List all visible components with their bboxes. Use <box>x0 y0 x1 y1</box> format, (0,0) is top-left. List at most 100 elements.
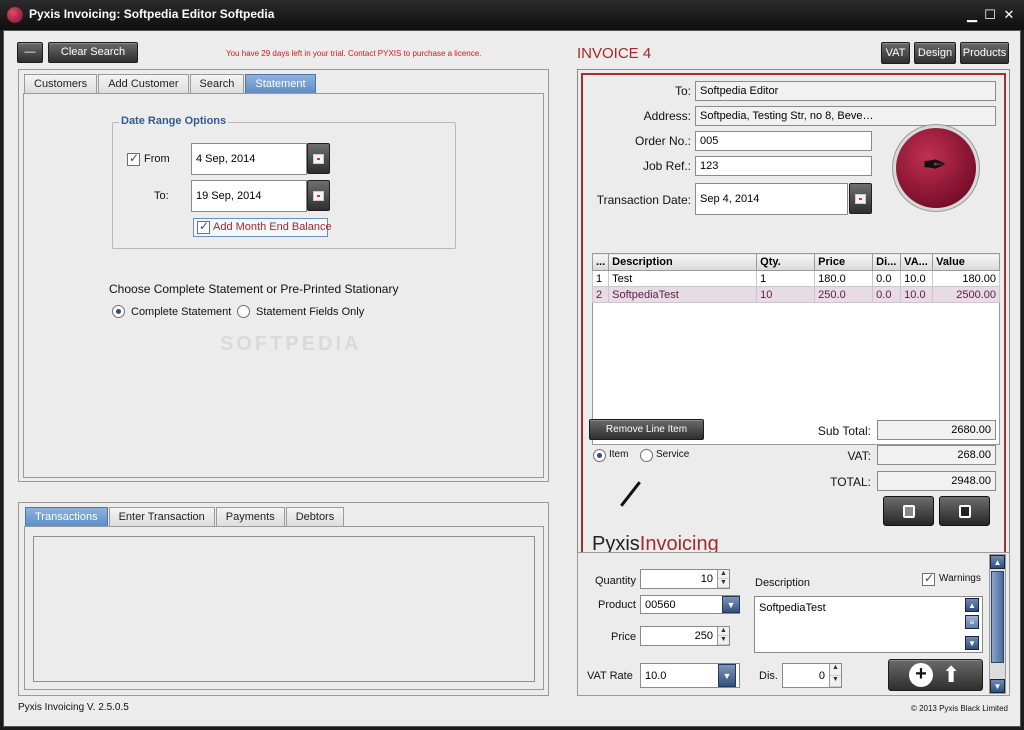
row-index: 1 <box>591 270 610 287</box>
design-button[interactable]: Design <box>914 42 956 64</box>
document-icon <box>959 505 971 518</box>
col-qty-header[interactable]: Qty. <box>756 253 816 271</box>
radio-selected-dot <box>597 453 602 458</box>
tab-search[interactable]: Search <box>189 74 245 94</box>
down-icon[interactable]: ▼ <box>830 676 841 687</box>
invoice-title: INVOICE 4 <box>577 45 652 62</box>
to-date-input[interactable]: 19 Sep, 2014 <box>191 180 307 212</box>
scroll-thumb[interactable] <box>991 571 1004 663</box>
row-qty: 1 <box>756 270 816 287</box>
item-radio[interactable] <box>593 449 606 462</box>
order-number-label: Order No.: <box>634 134 691 148</box>
address-label: Address: <box>643 109 691 123</box>
scroll-up-icon[interactable]: ▲ <box>965 598 979 612</box>
transaction-date-calendar-button[interactable] <box>849 183 872 214</box>
col-value-header[interactable]: Value <box>932 253 1000 271</box>
warnings-checkbox[interactable]: ✓ <box>922 571 935 586</box>
calendar-icon <box>313 154 324 164</box>
row-index: 2 <box>591 286 610 303</box>
vat-label: VAT: <box>847 449 871 463</box>
down-icon[interactable]: ▼ <box>718 636 729 645</box>
calendar-icon <box>313 191 324 201</box>
save-invoice-button[interactable] <box>939 496 990 526</box>
row-qty: 10 <box>756 286 816 303</box>
job-ref-field[interactable]: 123 <box>695 156 872 176</box>
watermark: SOFTPEDIA <box>220 333 362 355</box>
month-end-balance-option[interactable]: ✓ Add Month End Balance <box>193 218 332 237</box>
month-end-label: Add Month End Balance <box>213 221 332 233</box>
col-vat-header[interactable]: VA... <box>900 253 934 271</box>
chevron-down-icon[interactable]: ▼ <box>718 664 736 687</box>
service-radio[interactable] <box>640 449 653 462</box>
clear-search-button[interactable]: Clear Search <box>48 42 138 63</box>
scroll-thumb[interactable]: ≡ <box>965 615 979 629</box>
up-icon[interactable]: ▲ <box>830 664 841 676</box>
row-price: 250.0 <box>814 286 874 303</box>
maximize-button[interactable]: ☐ <box>982 7 998 23</box>
tab-enter-transaction[interactable]: Enter Transaction <box>108 507 215 527</box>
add-line-item-button[interactable]: + ⬆ <box>888 659 983 691</box>
collapse-button[interactable]: — <box>17 42 43 63</box>
complete-statement-radio[interactable] <box>112 305 125 318</box>
customer-tabs: Customers Add Customer Search Statement <box>24 74 317 94</box>
row-description: SoftpediaTest <box>608 286 758 303</box>
address-field[interactable]: Softpedia, Testing Str, no 8, Beve… <box>695 106 996 126</box>
price-stepper[interactable]: ▲ ▼ <box>717 627 729 645</box>
to-field[interactable]: Softpedia Editor <box>695 81 996 101</box>
table-row[interactable]: 1 Test 1 180.0 0.0 10.0 180.00 <box>591 270 1000 287</box>
upload-arrow-icon: ⬆ <box>942 662 961 687</box>
col-index-header[interactable]: ... <box>591 253 610 271</box>
from-checkbox[interactable]: ✓ <box>127 151 140 166</box>
entry-panel-scrollbar[interactable]: ▲ ▼ <box>989 554 1006 694</box>
transactions-list[interactable] <box>33 536 535 682</box>
minimize-button[interactable]: ▁ <box>964 7 980 23</box>
quantity-stepper[interactable]: ▲ ▼ <box>717 570 729 588</box>
transactions-tab-body <box>24 526 544 690</box>
col-description-header[interactable]: Description <box>608 253 758 271</box>
vat-rate-label: VAT Rate <box>587 670 633 682</box>
tab-add-customer[interactable]: Add Customer <box>98 74 189 94</box>
close-button[interactable]: ✕ <box>1001 7 1017 23</box>
col-price-header[interactable]: Price <box>814 253 874 271</box>
down-icon[interactable]: ▼ <box>718 579 729 588</box>
scroll-up-icon[interactable]: ▲ <box>990 555 1005 569</box>
trial-notice: You have 29 days left in your trial. Con… <box>226 49 482 58</box>
products-button[interactable]: Products <box>960 42 1009 64</box>
from-label: From <box>144 153 170 165</box>
subtotal-label: Sub Total: <box>817 424 871 438</box>
from-calendar-button[interactable] <box>307 143 330 174</box>
job-ref-label: Job Ref.: <box>642 159 691 173</box>
description-textarea[interactable]: SoftpediaTest <box>754 596 983 653</box>
up-icon[interactable]: ▲ <box>718 627 729 636</box>
description-label: Description <box>755 577 811 589</box>
check-icon: ✓ <box>129 151 140 165</box>
tab-debtors[interactable]: Debtors <box>285 507 345 527</box>
transaction-date-field[interactable]: Sep 4, 2014 <box>695 183 848 215</box>
tab-transactions[interactable]: Transactions <box>25 507 108 527</box>
chevron-down-icon[interactable]: ▼ <box>722 596 740 613</box>
month-end-checkbox[interactable]: ✓ <box>197 219 210 234</box>
tab-customers[interactable]: Customers <box>24 74 98 94</box>
row-value: 180.00 <box>932 270 1000 287</box>
check-icon: ✓ <box>199 219 210 233</box>
scroll-down-icon[interactable]: ▼ <box>990 679 1005 693</box>
order-number-field[interactable]: 005 <box>695 131 872 151</box>
tab-statement[interactable]: Statement <box>245 74 316 94</box>
line-items-table[interactable]: ... Description Qty. Price Di... VA... V… <box>591 253 1000 303</box>
to-label: To: <box>154 190 169 202</box>
fields-only-radio[interactable] <box>237 305 250 318</box>
table-row[interactable]: 2 SoftpediaTest 10 250.0 0.0 10.0 2500.0… <box>591 286 1000 303</box>
to-label-invoice: To: <box>674 84 691 98</box>
discount-stepper[interactable]: ▲ ▼ <box>829 664 841 687</box>
col-discount-header[interactable]: Di... <box>872 253 902 271</box>
row-vat: 10.0 <box>900 270 934 287</box>
remove-line-item-button[interactable]: Remove Line Item <box>589 419 704 440</box>
from-date-input[interactable]: 4 Sep, 2014 <box>191 143 307 175</box>
transaction-date-label: Transaction Date: <box>596 193 691 207</box>
up-icon[interactable]: ▲ <box>718 570 729 579</box>
scroll-down-icon[interactable]: ▼ <box>965 636 979 650</box>
print-invoice-button[interactable] <box>883 496 934 526</box>
to-calendar-button[interactable] <box>307 180 330 211</box>
tab-payments[interactable]: Payments <box>215 507 285 527</box>
vat-button[interactable]: VAT <box>881 42 910 64</box>
